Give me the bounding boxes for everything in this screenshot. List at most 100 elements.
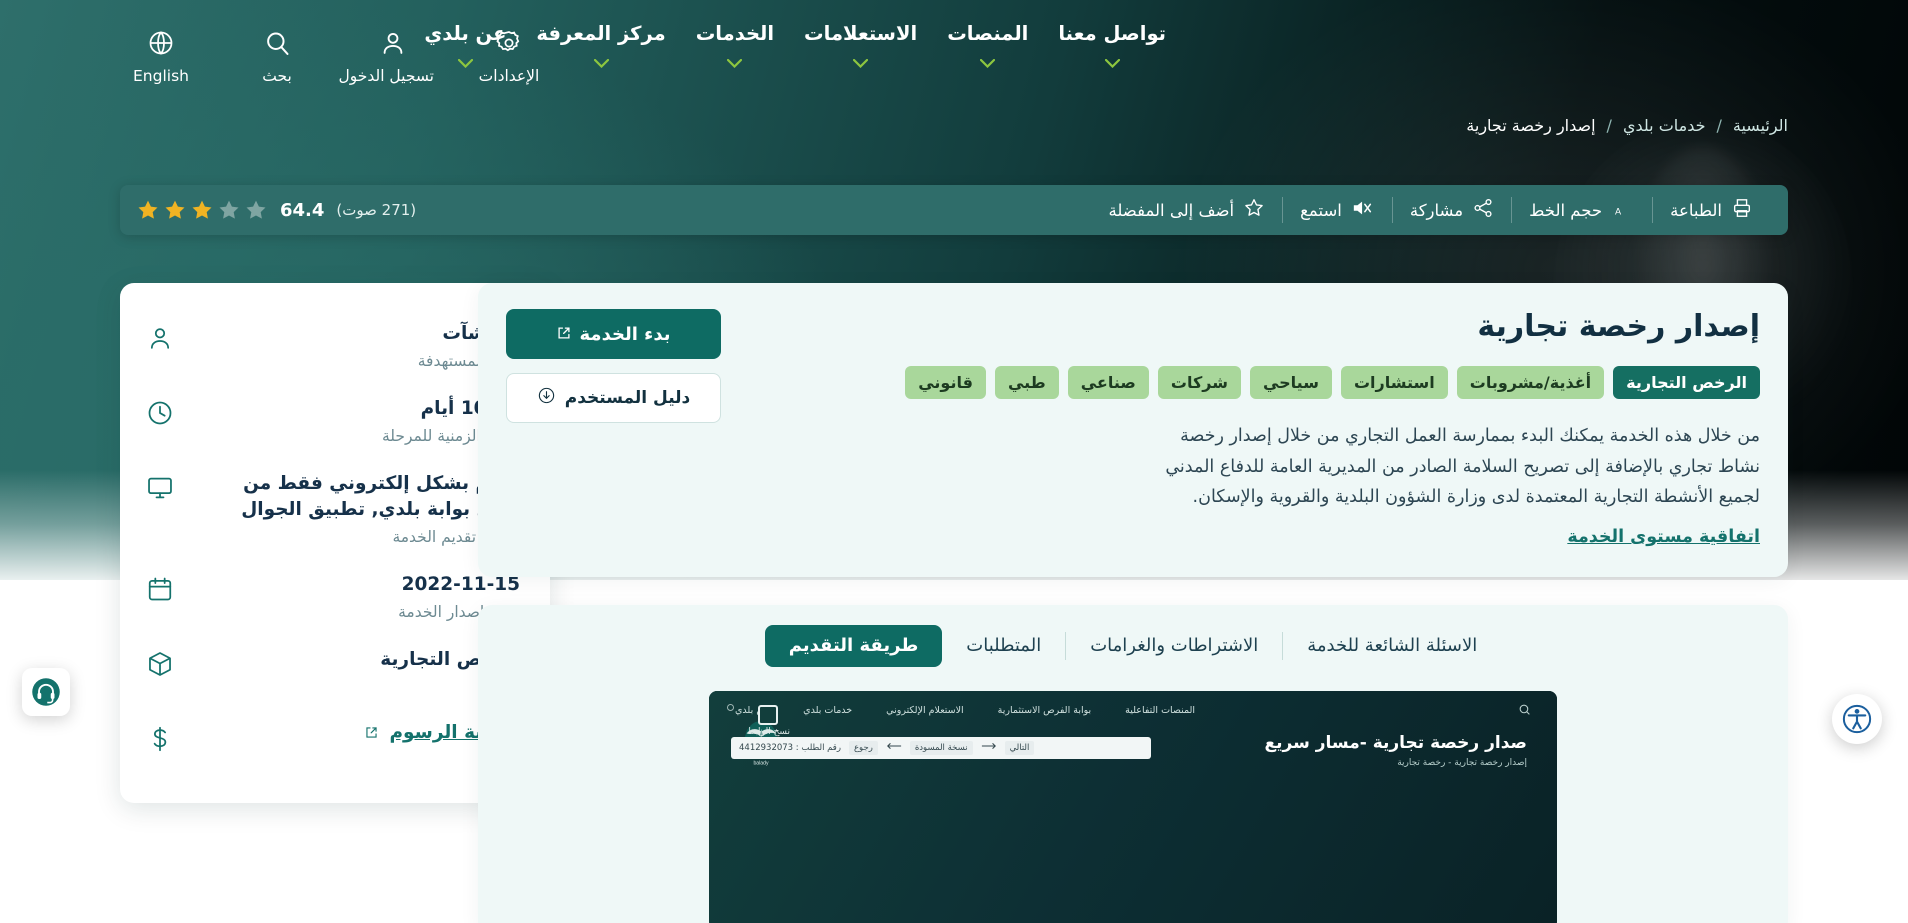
- video-form-prev: رجوع: [849, 741, 878, 755]
- print-label: الطباعة: [1670, 201, 1722, 220]
- font-size-button[interactable]: A A حجم الخط: [1512, 193, 1652, 227]
- font-size-icon: A A: [1611, 197, 1635, 223]
- star-filled-icon[interactable]: [163, 198, 187, 222]
- service-action-buttons: بدء الخدمة دليل المستخدم: [506, 309, 721, 423]
- copy-icon: [760, 707, 776, 723]
- globe-icon: [120, 26, 202, 60]
- nav-label: الخدمات: [696, 22, 774, 45]
- nav-label: تواصل معنا: [1058, 22, 1166, 45]
- settings-button[interactable]: الإعدادات: [468, 26, 550, 85]
- info-text: المنشآت الفئة المستهدفة: [196, 321, 520, 370]
- breadcrumb-separator: /: [1717, 116, 1722, 135]
- tag-food-beverage[interactable]: أغذية/مشروبات: [1457, 366, 1604, 399]
- tag-tourism[interactable]: سياحي: [1250, 366, 1332, 399]
- language-button[interactable]: English: [120, 26, 202, 85]
- tab-conditions-fines[interactable]: الاشتراطات والغرامات: [1066, 625, 1282, 667]
- service-description: من خلال هذه الخدمة يمكنك البدء بممارسة ا…: [1140, 421, 1760, 513]
- share-label: مشاركة: [1410, 201, 1463, 220]
- star-filled-icon[interactable]: [136, 198, 160, 222]
- start-service-label: بدء الخدمة: [580, 324, 671, 345]
- chevron-down-icon: [804, 59, 917, 68]
- rating-stars[interactable]: [136, 198, 268, 222]
- favorite-button[interactable]: أضف إلى المفضلة: [1091, 193, 1282, 227]
- tab-requirements[interactable]: المتطلبات: [942, 625, 1065, 667]
- chevron-down-icon: [696, 59, 774, 68]
- video-nav-item: خدمات بلدي: [803, 705, 852, 716]
- breadcrumb-section[interactable]: خدمات بلدي: [1623, 116, 1706, 135]
- tag-legal[interactable]: قانوني: [905, 366, 986, 399]
- info-row-duration: 1 - 10 أيام المدة الزمنية للمرحلة: [146, 384, 520, 459]
- video-nav-item: الاستعلام الإلكتروني: [886, 705, 964, 716]
- calendar-icon: [146, 575, 174, 603]
- info-text: 1 - 10 أيام المدة الزمنية للمرحلة: [196, 396, 520, 445]
- tutorial-video-preview[interactable]: عن بلدي خدمات بلدي الاستعلام الإلكتروني …: [709, 691, 1557, 923]
- video-search-icon: [1518, 703, 1531, 719]
- speaker-icon: [1351, 197, 1375, 223]
- share-button[interactable]: مشاركة: [1393, 193, 1511, 227]
- accessibility-button[interactable]: [1832, 694, 1882, 744]
- nav-item-inquiries[interactable]: الاستعلامات: [804, 22, 917, 68]
- page-root: بلدي balady: [0, 0, 1908, 923]
- chat-support-button[interactable]: [22, 668, 70, 716]
- video-form-bar: رقم الطلب : 4412932073 رجوع نسخة المسودة…: [731, 737, 1151, 759]
- login-button[interactable]: تسجيل الدخول: [352, 26, 434, 85]
- info-label: المنتج: [196, 678, 520, 696]
- breadcrumb-home[interactable]: الرئيسية: [1733, 116, 1788, 135]
- listen-label: استمع: [1300, 201, 1342, 220]
- user-guide-button[interactable]: دليل المستخدم: [506, 373, 721, 423]
- user-guide-label: دليل المستخدم: [565, 388, 691, 408]
- search-button[interactable]: بحث: [236, 26, 318, 85]
- star-filled-icon[interactable]: [190, 198, 214, 222]
- nav-label: الاستعلامات: [804, 22, 917, 45]
- settings-label: الإعدادات: [468, 67, 550, 85]
- nav-label: مركز المعرفة: [536, 22, 665, 45]
- chevron-down-icon: [536, 59, 665, 68]
- chevron-down-icon: [1058, 59, 1166, 68]
- info-text: تقدم بشكل إلكتروني فقط من خلال بوابة بلد…: [196, 471, 520, 547]
- nav-label: المنصات: [947, 22, 1028, 45]
- info-text: دراسة الرسوم: [196, 722, 520, 743]
- breadcrumb-current: إصدار رخصة تجارية: [1466, 116, 1595, 135]
- dollar-icon: [146, 725, 174, 753]
- star-empty-icon[interactable]: [217, 198, 241, 222]
- info-row-fees[interactable]: دراسة الرسوم: [146, 710, 520, 767]
- tag-companies[interactable]: شركات: [1158, 366, 1241, 399]
- nav-item-knowledge-center[interactable]: مركز المعرفة: [536, 22, 665, 68]
- clock-icon: [146, 399, 174, 427]
- sla-link[interactable]: اتفاقية مستوى الخدمة: [1567, 527, 1760, 547]
- star-outline-icon: [1243, 197, 1265, 223]
- video-headline: صدار رخصة تجارية -مسار سريع: [1265, 733, 1527, 753]
- tag-industrial[interactable]: صناعي: [1068, 366, 1149, 399]
- print-button[interactable]: الطباعة: [1653, 193, 1770, 227]
- nav-item-platforms[interactable]: المنصات: [947, 22, 1028, 68]
- login-label: تسجيل الدخول: [352, 67, 434, 85]
- tag-commercial-licenses[interactable]: الرخص التجارية: [1613, 366, 1760, 399]
- service-summary-card: إصدار رخصة تجارية الرخص التجارية أغذية/م…: [478, 283, 1788, 577]
- info-text: الرخص التجارية المنتج: [196, 647, 520, 696]
- tag-consulting[interactable]: استشارات: [1341, 366, 1448, 399]
- video-headline-group: صدار رخصة تجارية -مسار سريع إصدار رخصة ت…: [1265, 733, 1527, 768]
- svg-text:balady: balady: [753, 760, 769, 766]
- tab-faq[interactable]: الاسئلة الشائعة للخدمة: [1283, 625, 1501, 667]
- monitor-icon: [146, 474, 174, 502]
- video-form-saved: نسخة المسودة: [910, 741, 973, 755]
- video-copy-link-button[interactable]: نسخ الرابط: [747, 707, 790, 737]
- info-row-issue-date: 2022-11-15 تاريخ إصدار الخدمة: [146, 560, 520, 635]
- info-row-audience: المنشآت الفئة المستهدفة: [146, 309, 520, 384]
- video-nav-item: بوابة الفرص الاستثمارية: [998, 705, 1092, 716]
- listen-button[interactable]: استمع: [1283, 193, 1392, 227]
- nav-item-contact[interactable]: تواصل معنا: [1058, 22, 1166, 68]
- toolbar-actions: الطباعة A A حجم الخط: [1091, 193, 1770, 227]
- star-empty-icon[interactable]: [244, 198, 268, 222]
- tag-medical[interactable]: طبي: [995, 366, 1059, 399]
- info-text: 2022-11-15 تاريخ إصدار الخدمة: [196, 572, 520, 621]
- tab-how-to-apply[interactable]: طريقة التقديم: [765, 625, 943, 667]
- headset-icon: [31, 677, 61, 707]
- toolbar-divider: [1652, 197, 1653, 223]
- start-service-button[interactable]: بدء الخدمة: [506, 309, 721, 359]
- breadcrumb: الرئيسية / خدمات بلدي / إصدار رخصة تجاري…: [1466, 116, 1788, 135]
- video-arrow-icon: [886, 742, 902, 753]
- nav-item-services[interactable]: الخدمات: [696, 22, 774, 68]
- action-toolbar: الطباعة A A حجم الخط: [120, 185, 1788, 235]
- chevron-down-icon: [947, 59, 1028, 68]
